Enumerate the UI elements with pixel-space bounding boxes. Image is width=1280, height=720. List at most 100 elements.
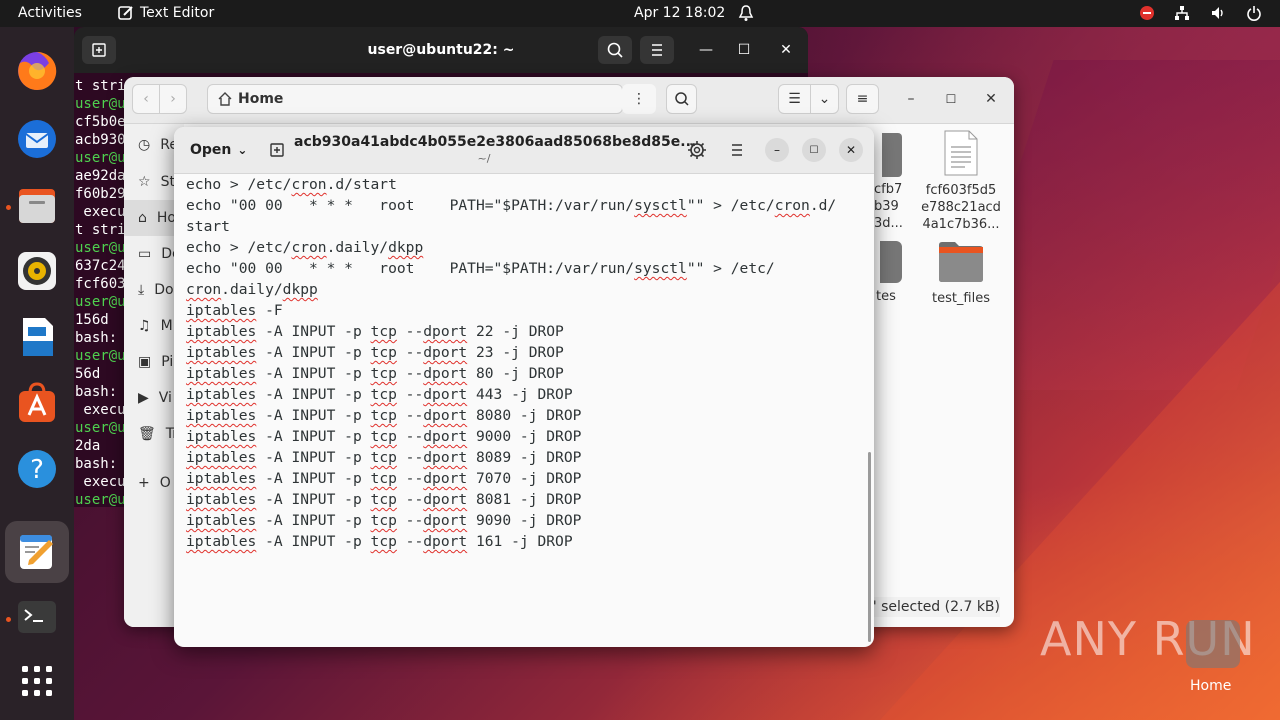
editor-menu-button[interactable]: [726, 139, 748, 165]
text-run: --: [396, 428, 424, 445]
activities-button[interactable]: Activities: [18, 5, 82, 21]
libreoffice-writer-icon: [23, 318, 53, 356]
star-icon: ☆: [138, 174, 151, 190]
editor-line: start: [186, 216, 836, 237]
text-run: .daily/: [326, 239, 389, 256]
misspelled-word: iptables: [186, 491, 257, 508]
text-run: echo "00 00 * * * root PATH="$PATH:/var/…: [186, 260, 635, 277]
text-run: -A INPUT -p: [256, 470, 371, 487]
folder-item[interactable]: test_files: [916, 239, 1006, 307]
new-document-button[interactable]: [266, 139, 288, 165]
app-center-launcher[interactable]: [13, 379, 61, 427]
chevron-down-icon: ⌄: [237, 143, 248, 157]
sidebar-item[interactable]: 🗑 Tr: [138, 416, 178, 452]
editor-line: iptables -F: [186, 300, 836, 321]
terminal-close-button[interactable]: ✕: [774, 38, 798, 62]
files-search-button[interactable]: [666, 84, 697, 114]
editor-minimize-button[interactable]: –: [765, 138, 789, 162]
notification-bell-icon[interactable]: [738, 4, 754, 22]
system-tray[interactable]: [1140, 5, 1262, 21]
text-run: -A INPUT -p: [256, 386, 371, 403]
text-run: -A INPUT -p: [256, 491, 371, 508]
firefox-launcher[interactable]: [13, 47, 61, 95]
app-name: Text Editor: [140, 5, 215, 21]
sidebar-item[interactable]: ⤓ Do: [138, 272, 174, 308]
terminal-maximize-button[interactable]: ☐: [732, 38, 756, 62]
misspelled-word: iptables: [186, 323, 257, 340]
terminal-launcher[interactable]: [13, 593, 61, 641]
selection-status: e" selected (2.7 kB): [861, 597, 1000, 617]
view-list-button[interactable]: ☰: [778, 84, 811, 114]
folder-icon: ▭: [138, 246, 152, 262]
minimize-icon: –: [907, 91, 915, 107]
text-run: -A INPUT -p: [256, 428, 371, 445]
misspelled-word: iptables: [186, 302, 257, 319]
help-launcher[interactable]: ?: [13, 445, 61, 493]
editor-line: echo "00 00 * * * root PATH="$PATH:/var/…: [186, 195, 836, 216]
text-editor-window[interactable]: Open ⌄ acb930a41abdc4b055e2e3806aad85068…: [174, 127, 874, 647]
app-menu[interactable]: Text Editor: [118, 5, 214, 21]
editor-line: iptables -A INPUT -p tcp --dport 80 -j D…: [186, 363, 836, 384]
rhythmbox-launcher[interactable]: [13, 247, 61, 295]
misspelled-word: iptables: [186, 470, 257, 487]
editor-text-area[interactable]: echo > /etc/cron.d/start echo "00 00 * * …: [186, 174, 836, 552]
do-not-disturb-icon: [1140, 6, 1154, 20]
terminal-search-button[interactable]: [598, 36, 632, 64]
search-icon: [674, 92, 689, 106]
misspelled-word: iptables: [186, 386, 257, 403]
files-maximize-button[interactable]: ☐: [939, 84, 963, 114]
sidebar-item[interactable]: ☆ St: [138, 164, 175, 200]
text-run: 161 -j DROP: [467, 533, 573, 550]
text-run: --: [396, 323, 424, 340]
editor-maximize-button[interactable]: ☐: [802, 138, 826, 162]
sidebar-item[interactable]: ♫ M: [138, 308, 173, 344]
terminal-minimize-button[interactable]: —: [694, 38, 718, 62]
misspelled-word: sysctl: [634, 260, 687, 277]
sidebar-item[interactable]: ◷ Re: [138, 127, 178, 163]
editor-header[interactable]: Open ⌄ acb930a41abdc4b055e2e3806aad85068…: [174, 127, 874, 174]
text-run: -A INPUT -p: [256, 512, 371, 529]
back-button[interactable]: ‹: [132, 84, 160, 114]
files-close-button[interactable]: ✕: [979, 84, 1003, 114]
sidebar-item[interactable]: ▶ Vi: [138, 380, 172, 416]
editor-line: iptables -A INPUT -p tcp --dport 23 -j D…: [186, 342, 836, 363]
open-button[interactable]: Open ⌄: [182, 135, 255, 165]
files-header[interactable]: ‹ › Home ⋮ ☰ ⌄ ≡ – ☐ ✕: [124, 77, 1014, 124]
editor-line: cron.daily/dkpp: [186, 279, 836, 300]
files-minimize-button[interactable]: –: [899, 84, 923, 114]
sidebar-item[interactable]: ▣ Pi: [138, 344, 173, 380]
text-run: -A INPUT -p: [256, 449, 371, 466]
terminal-menu-button[interactable]: [640, 36, 674, 64]
sidebar-item-label: St: [160, 174, 175, 190]
editor-settings-button[interactable]: [686, 139, 708, 165]
file-item[interactable]: fcf603f5d5 e788c21acd 4a1c7b36...: [916, 129, 1006, 233]
terminal-header[interactable]: user@ubuntu22: ~ — ☐ ✕: [74, 27, 808, 73]
text-editor-launcher[interactable]: [5, 521, 69, 583]
editor-close-button[interactable]: ✕: [839, 138, 863, 162]
thunderbird-launcher[interactable]: [13, 115, 61, 163]
show-apps-button[interactable]: [13, 657, 61, 705]
files-launcher[interactable]: [13, 181, 61, 229]
sidebar-item[interactable]: + O: [138, 465, 171, 501]
new-document-icon: [270, 143, 284, 157]
text-run: -A INPUT -p: [256, 407, 371, 424]
view-options-button[interactable]: ⌄: [810, 84, 839, 114]
misspelled-word: iptables: [186, 344, 257, 361]
misspelled-word: tcp: [370, 512, 397, 529]
misspelled-word: dport: [423, 491, 468, 508]
close-icon: ✕: [845, 143, 857, 157]
desktop-home-icon[interactable]: [1186, 620, 1240, 668]
location-bar[interactable]: Home: [207, 84, 623, 114]
writer-launcher[interactable]: [13, 313, 61, 361]
location-menu-button[interactable]: ⋮: [622, 84, 656, 114]
misspelled-word: tcp: [370, 365, 397, 382]
power-icon: [1247, 6, 1261, 21]
misspelled-word: tcp: [370, 491, 397, 508]
editor-scrollbar[interactable]: [868, 452, 871, 642]
text-run: 8089 -j DROP: [467, 449, 582, 466]
open-label: Open: [190, 142, 232, 158]
misspelled-word: dkpp: [282, 281, 318, 298]
forward-button[interactable]: ›: [159, 84, 187, 114]
files-menu-button[interactable]: ≡: [846, 84, 879, 114]
clock[interactable]: Apr 12 18:02: [634, 5, 725, 21]
